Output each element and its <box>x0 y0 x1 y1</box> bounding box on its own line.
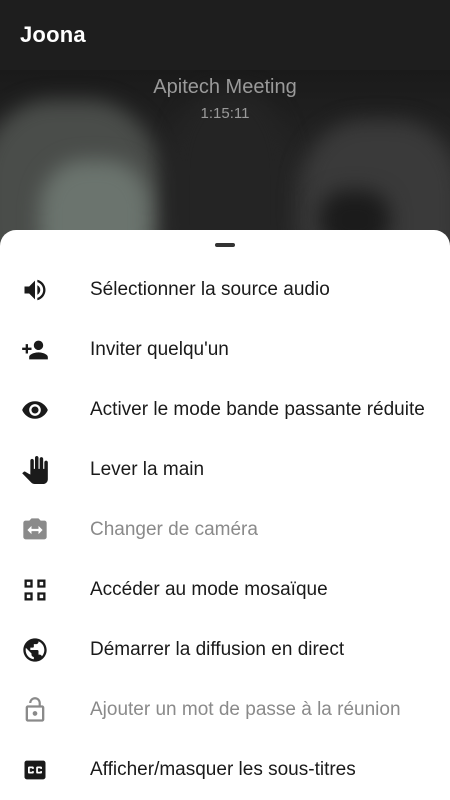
meeting-info: Apitech Meeting 1:15:11 <box>0 76 450 122</box>
menu-item-live-stream[interactable]: Démarrer la diffusion en direct <box>0 620 450 680</box>
menu-item-invite[interactable]: Inviter quelqu'un <box>0 320 450 380</box>
meeting-title: Apitech Meeting <box>153 76 297 98</box>
add-person-icon <box>20 335 50 365</box>
menu-item-label: Accéder au mode mosaïque <box>90 579 328 600</box>
overflow-menu-sheet: Sélectionner la source audio Inviter que… <box>0 230 450 800</box>
menu-item-label: Inviter quelqu'un <box>90 339 229 360</box>
menu-item-add-password[interactable]: Ajouter un mot de passe à la réunion <box>0 680 450 740</box>
menu-item-label: Activer le mode bande passante réduite <box>90 399 425 420</box>
lock-icon <box>20 695 50 725</box>
speaker-icon <box>20 275 50 305</box>
menu-item-label: Sélectionner la source audio <box>90 279 330 300</box>
app-bar: Joona <box>0 0 450 70</box>
menu-item-label: Démarrer la diffusion en direct <box>90 639 345 660</box>
menu-item-tile-view[interactable]: Accéder au mode mosaïque <box>0 560 450 620</box>
menu-item-raise-hand[interactable]: Lever la main <box>0 440 450 500</box>
menu-item-switch-camera[interactable]: Changer de caméra <box>0 500 450 560</box>
menu-item-audio-source[interactable]: Sélectionner la source audio <box>0 260 450 320</box>
overflow-menu: Sélectionner la source audio Inviter que… <box>0 260 450 800</box>
participant-name: Joona <box>20 22 86 47</box>
tile-grid-icon <box>20 575 50 605</box>
menu-item-label: Ajouter un mot de passe à la réunion <box>90 699 401 720</box>
menu-item-low-bandwidth[interactable]: Activer le mode bande passante réduite <box>0 380 450 440</box>
meeting-timer: 1:15:11 <box>200 105 250 122</box>
menu-item-label: Afficher/masquer les sous-titres <box>90 759 356 780</box>
hand-icon <box>20 455 50 485</box>
menu-item-subtitles[interactable]: Afficher/masquer les sous-titres <box>0 740 450 800</box>
switch-camera-icon <box>20 515 50 545</box>
drag-handle[interactable] <box>215 243 235 247</box>
menu-item-label: Lever la main <box>90 459 205 480</box>
eye-icon <box>20 395 50 425</box>
closed-captions-icon <box>20 755 50 785</box>
menu-item-label: Changer de caméra <box>90 519 258 540</box>
globe-icon <box>20 635 50 665</box>
